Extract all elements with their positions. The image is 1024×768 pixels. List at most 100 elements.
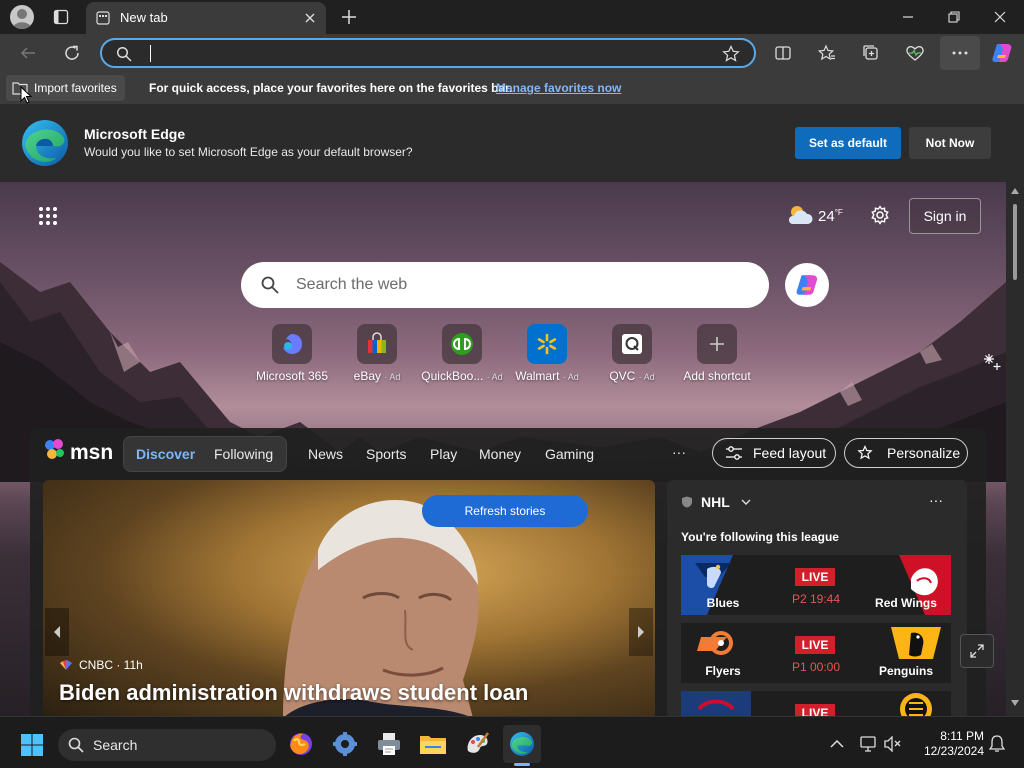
live-badge: LIVE: [795, 568, 835, 586]
taskbar-search-label: Search: [93, 737, 138, 753]
bruins-team-logo: [900, 693, 932, 716]
volume-muted-icon[interactable]: [884, 735, 902, 753]
previous-story-button[interactable]: [45, 608, 69, 656]
apps-grid-icon[interactable]: [38, 206, 58, 226]
manage-favorites-link[interactable]: Manage favorites now: [496, 81, 621, 95]
hero-story-card[interactable]: Refresh stories CNBC · 11h Biden adminis…: [43, 480, 655, 716]
ad-label: · Ad: [638, 372, 655, 382]
tab-discover[interactable]: Discover: [136, 446, 195, 462]
add-favorite-star-icon[interactable]: [722, 45, 740, 63]
hero-headline[interactable]: Biden administration withdraws student l…: [59, 680, 639, 706]
restore-icon[interactable]: [942, 6, 966, 28]
settings-app-icon[interactable]: [330, 729, 360, 759]
more-menu-button[interactable]: [940, 36, 980, 70]
nhl-subtitle: You're following this league: [681, 530, 839, 544]
hero-source: CNBC · 11h: [59, 658, 143, 672]
text-caret: [150, 45, 151, 62]
background-sparkle-icon[interactable]: [982, 352, 1002, 372]
minimize-icon[interactable]: [896, 6, 920, 28]
shortcut-qvc[interactable]: QVC · Ad: [589, 324, 675, 383]
quickbooks-icon: [442, 324, 482, 364]
system-clock[interactable]: 8:11 PM 12/23/2024: [912, 729, 984, 759]
back-arrow-icon[interactable]: [16, 41, 40, 65]
tab-new-tab[interactable]: New tab: [86, 2, 326, 34]
file-explorer-icon[interactable]: [418, 729, 448, 759]
tab-actions-icon[interactable]: [50, 6, 72, 28]
nhl-more-icon[interactable]: ···: [929, 492, 943, 508]
taskbar-search-box[interactable]: Search: [58, 729, 276, 761]
nhl-shield-icon: [682, 496, 692, 508]
windows-start-icon[interactable]: [20, 733, 44, 757]
display-icon[interactable]: [860, 735, 878, 753]
tab-following[interactable]: Following: [214, 446, 273, 462]
next-story-button[interactable]: [629, 608, 653, 656]
expand-feed-button[interactable]: [960, 634, 994, 668]
personalize-button[interactable]: Personalize: [844, 438, 968, 468]
close-window-icon[interactable]: [988, 6, 1012, 28]
refresh-stories-button[interactable]: Refresh stories: [422, 495, 588, 527]
profile-avatar-icon[interactable]: [10, 5, 34, 29]
clock-date: 12/23/2024: [923, 744, 984, 758]
favorites-icon[interactable]: [816, 42, 838, 64]
scroll-down-arrow-icon[interactable]: [1011, 700, 1019, 706]
show-hidden-icons-chevron-icon[interactable]: [830, 737, 844, 751]
firefox-app-icon[interactable]: [286, 729, 316, 759]
game-row[interactable]: Blues LIVE P2 19:44 Red Wings: [681, 555, 951, 615]
favorites-bar-message: For quick access, place your favorites h…: [149, 81, 513, 95]
shortcut-ebay[interactable]: eBay · Ad: [334, 324, 420, 383]
weather-widget[interactable]: 24°F: [786, 202, 858, 228]
refresh-icon[interactable]: [60, 41, 84, 65]
team-name: Red Wings: [875, 596, 937, 610]
printer-app-icon[interactable]: [374, 729, 404, 759]
collections-icon[interactable]: [860, 42, 882, 64]
clock-time: 8:11 PM: [940, 729, 984, 743]
scroll-up-arrow-icon[interactable]: [1011, 188, 1019, 194]
page-scrollbar[interactable]: [1006, 182, 1024, 716]
nav-more-icon[interactable]: ···: [672, 444, 686, 460]
ebay-icon: [357, 324, 397, 364]
nav-sports[interactable]: Sports: [366, 446, 406, 462]
set-as-default-button[interactable]: Set as default: [795, 127, 901, 159]
nhl-league-selector[interactable]: NHL: [681, 494, 751, 510]
shortcut-microsoft-365[interactable]: Microsoft 365: [249, 324, 335, 383]
copilot-search-button[interactable]: [785, 263, 829, 307]
address-bar[interactable]: [100, 38, 756, 68]
default-browser-banner: Microsoft Edge Would you like to set Mic…: [0, 104, 1024, 182]
paint-app-icon[interactable]: [462, 729, 492, 759]
edge-app-icon[interactable]: [507, 729, 537, 759]
split-screen-icon[interactable]: [772, 42, 794, 64]
performance-heart-icon[interactable]: [904, 42, 926, 64]
mouse-pointer-icon: [20, 86, 32, 104]
msn-logo[interactable]: msn: [44, 438, 113, 466]
page-settings-gear-icon[interactable]: [869, 204, 891, 226]
feed-layout-button[interactable]: Feed layout: [712, 438, 836, 468]
copilot-icon[interactable]: [990, 41, 1014, 65]
shortcut-add[interactable]: Add shortcut: [674, 324, 760, 383]
nav-money[interactable]: Money: [479, 446, 521, 462]
game-row[interactable]: LIVE: [681, 691, 951, 716]
sign-in-button[interactable]: Sign in: [909, 198, 981, 234]
shortcut-quickbooks[interactable]: QuickBoo... · Ad: [419, 324, 505, 383]
partly-cloudy-icon: [788, 206, 813, 224]
web-search-box[interactable]: [241, 262, 769, 308]
game-row[interactable]: Flyers LIVE P1 00:00 Penguins: [681, 623, 951, 683]
live-badge: LIVE: [795, 636, 835, 654]
notification-bell-icon[interactable]: [988, 735, 1006, 753]
ad-label: · Ad: [562, 372, 579, 382]
banner-title: Microsoft Edge: [84, 126, 186, 142]
scrollbar-thumb[interactable]: [1013, 204, 1017, 280]
close-tab-icon[interactable]: [302, 10, 318, 26]
address-input[interactable]: [152, 43, 712, 63]
feed-tab-group: Discover Following: [123, 436, 287, 472]
chevron-down-icon: [741, 499, 751, 505]
active-app-indicator: [514, 763, 530, 766]
nav-gaming[interactable]: Gaming: [545, 446, 594, 462]
web-search-input[interactable]: [296, 274, 736, 296]
shortcut-label: QuickBoo...: [421, 369, 484, 383]
shortcut-walmart[interactable]: Walmart · Ad: [504, 324, 590, 383]
nav-play[interactable]: Play: [430, 446, 457, 462]
not-now-button[interactable]: Not Now: [909, 127, 991, 159]
msn-butterfly-icon: [45, 439, 64, 459]
nav-news[interactable]: News: [308, 446, 343, 462]
new-tab-plus-icon[interactable]: [338, 6, 360, 28]
